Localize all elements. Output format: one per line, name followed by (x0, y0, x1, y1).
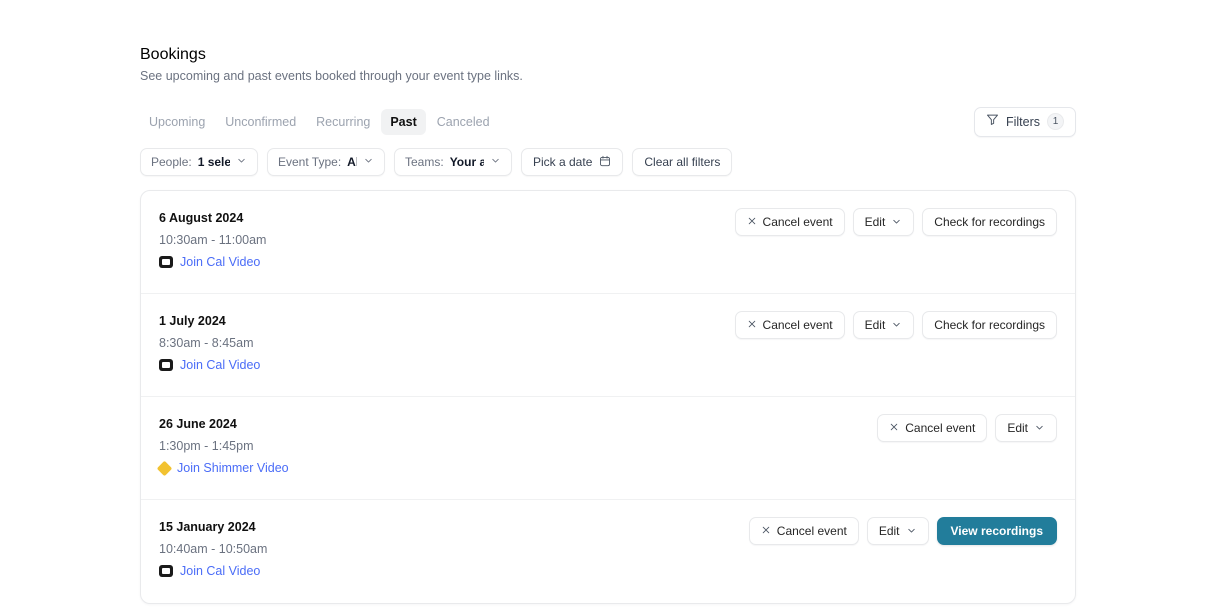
edit-button[interactable]: Edit (866, 517, 929, 545)
view-recordings-button[interactable]: View recordings (936, 517, 1057, 545)
booking-join-row: Join Cal Video (159, 356, 260, 374)
tabs-row: Upcoming Unconfirmed Recurring Past Canceled… (140, 106, 1076, 137)
chevron-down-icon (891, 216, 902, 229)
clear-all-filters-button[interactable]: Clear all filters (632, 148, 733, 176)
booking-row[interactable]: 1 July 2024 8:30am - 8:45am Join Cal Video… (141, 294, 1075, 397)
filter-chip-value: All (347, 155, 357, 169)
booking-join-row: Join Shimmer Video (156, 459, 289, 477)
edit-button[interactable]: Edit (852, 208, 915, 236)
clear-all-filters-label: Clear all filters (644, 155, 721, 169)
booking-details: 6 August 2024 10:30am - 11:00am Join Cal V… (159, 207, 266, 271)
filter-chip-value: 1 selected (197, 155, 230, 169)
button-label: Cancel event (905, 421, 976, 435)
button-label: Edit (1007, 421, 1028, 435)
cancel-event-button[interactable]: Cancel event (734, 208, 845, 236)
tab-canceled[interactable]: Canceled (428, 109, 499, 135)
cal-video-icon (159, 565, 173, 577)
booking-date: 15 January 2024 (159, 520, 256, 534)
bookings-tabs: Upcoming Unconfirmed Recurring Past Canceled (140, 108, 499, 135)
chevron-down-icon (363, 155, 374, 169)
booking-actions: Cancel event Edit Check for recordings (734, 207, 1057, 236)
booking-time: 10:40am - 10:50am (159, 542, 268, 556)
close-icon (747, 319, 757, 331)
booking-time: 10:30am - 11:00am (159, 233, 267, 247)
button-label: Check for recordings (934, 318, 1045, 332)
chevron-down-icon (1034, 422, 1045, 435)
pick-a-date-label: Pick a date (533, 155, 593, 169)
chevron-down-icon (891, 319, 902, 332)
page-content: Bookings See upcoming and past events bo… (140, 46, 1076, 604)
close-icon (747, 216, 757, 228)
booking-time: 8:30am - 8:45am (159, 336, 254, 350)
pick-a-date-button[interactable]: Pick a date (521, 148, 624, 176)
filter-chips-row: People: 1 selected Event Type: All Teams: You… (140, 148, 1076, 176)
funnel-icon (986, 113, 999, 131)
cancel-event-button[interactable]: Cancel event (877, 414, 988, 442)
booking-details: 15 January 2024 10:40am - 10:50am Join Cal… (159, 516, 267, 580)
booking-actions: Cancel event Edit (877, 413, 1057, 442)
booking-row[interactable]: 15 January 2024 10:40am - 10:50am Join Cal… (141, 500, 1075, 603)
booking-join-link[interactable]: Join Cal Video (180, 562, 260, 580)
close-icon (761, 525, 771, 537)
button-label: Check for recordings (934, 215, 1045, 229)
chevron-down-icon (490, 155, 501, 169)
filter-chip-key: Teams: (405, 155, 444, 169)
booking-join-link[interactable]: Join Shimmer Video (177, 459, 289, 477)
tab-past[interactable]: Past (381, 108, 426, 135)
button-label: Cancel event (762, 318, 833, 332)
filters-button-label: Filters (1005, 114, 1040, 129)
filter-chip-event-type[interactable]: Event Type: All (267, 148, 385, 176)
cal-video-icon (159, 359, 173, 371)
calendar-icon (599, 155, 611, 170)
filter-chip-value: Your account (449, 155, 484, 169)
booking-details: 1 July 2024 8:30am - 8:45am Join Cal Video (159, 310, 260, 374)
filters-count-badge: 1 (1047, 113, 1064, 130)
tab-upcoming[interactable]: Upcoming (140, 109, 214, 135)
page-subtitle: See upcoming and past events booked thro… (140, 69, 523, 83)
filter-chip-people[interactable]: People: 1 selected (140, 148, 258, 176)
tab-recurring[interactable]: Recurring (307, 109, 379, 135)
booking-join-link[interactable]: Join Cal Video (180, 253, 260, 271)
filter-chip-key: Event Type: (278, 155, 342, 169)
booking-date: 6 August 2024 (159, 211, 244, 225)
cancel-event-button[interactable]: Cancel event (734, 311, 845, 339)
filters-button[interactable]: Filters 1 (973, 106, 1076, 137)
booking-join-row: Join Cal Video (159, 253, 266, 271)
tab-unconfirmed[interactable]: Unconfirmed (216, 109, 305, 135)
booking-actions: Cancel event Edit View recordings (748, 516, 1057, 545)
edit-button[interactable]: Edit (852, 311, 915, 339)
button-label: Cancel event (762, 215, 833, 229)
booking-join-link[interactable]: Join Cal Video (180, 356, 260, 374)
booking-date: 26 June 2024 (159, 417, 237, 431)
shimmer-icon (156, 460, 173, 476)
button-label: Edit (878, 524, 900, 538)
close-icon (889, 422, 899, 434)
button-label: View recordings (950, 524, 1043, 538)
check-for-recordings-button[interactable]: Check for recordings (922, 311, 1057, 339)
booking-row[interactable]: 6 August 2024 10:30am - 11:00am Join Cal V… (141, 191, 1075, 294)
filter-chip-teams[interactable]: Teams: Your account (394, 148, 512, 176)
booking-details: 26 June 2024 1:30pm - 1:45pm Join Shimmer … (156, 413, 289, 477)
chevron-down-icon (906, 525, 917, 538)
booking-actions: Cancel event Edit Check for recordings (734, 310, 1057, 339)
page-title: Bookings (140, 46, 206, 63)
booking-join-row: Join Cal Video (159, 562, 267, 580)
chevron-down-icon (236, 155, 247, 169)
booking-date: 1 July 2024 (159, 314, 226, 328)
bookings-list: 6 August 2024 10:30am - 11:00am Join Cal V… (140, 190, 1076, 604)
button-label: Edit (864, 318, 886, 332)
booking-row[interactable]: 26 June 2024 1:30pm - 1:45pm Join Shimmer … (141, 397, 1075, 500)
cal-video-icon (159, 256, 173, 268)
button-label: Cancel event (776, 524, 847, 538)
check-for-recordings-button[interactable]: Check for recordings (922, 208, 1057, 236)
cancel-event-button[interactable]: Cancel event (748, 517, 859, 545)
edit-button[interactable]: Edit (995, 414, 1057, 442)
filter-chip-key: People: (151, 155, 192, 169)
booking-time: 1:30pm - 1:45pm (159, 439, 254, 453)
bookings-page: Bookings See upcoming and past events bo… (0, 0, 1217, 608)
button-label: Edit (864, 215, 886, 229)
